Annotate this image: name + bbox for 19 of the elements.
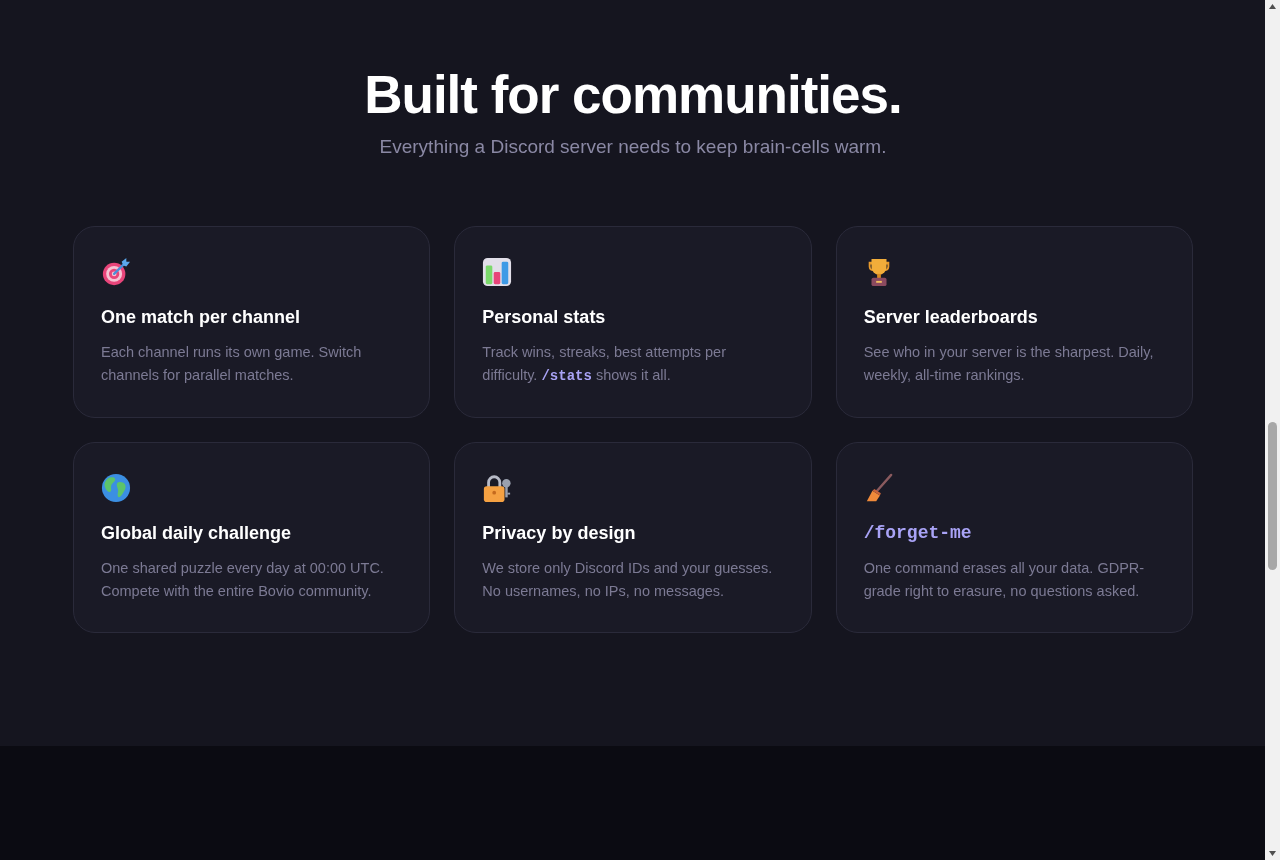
feature-description: We store only Discord IDs and your guesses. No usernames, no IPs, no messages. <box>482 559 774 601</box>
feature-description: See who in your server is the sharpest. Daily, weekly, all-time rankings. <box>863 343 1155 385</box>
feature-title: Server leaderboards <box>863 306 1038 329</box>
feature-title: Privacy by design <box>482 522 636 545</box>
lock-key-icon <box>482 473 513 503</box>
section-subheading: Everything a Discord server needs to keep brain-cells warm. <box>379 135 887 159</box>
bar-chart-icon <box>482 257 513 287</box>
section-heading: Built for communities. <box>364 64 902 126</box>
feature-description: One shared puzzle every day at 00:00 UTC. Compete with the entire Bovio community. <box>101 559 385 601</box>
scrollbar[interactable] <box>1265 0 1280 860</box>
target-dart-icon <box>101 257 131 287</box>
feature-description: Each channel runs its own game. Switch channels for parallel matches. <box>101 343 363 385</box>
feature-title: Personal stats <box>482 306 606 329</box>
feature-description: Track wins, streaks, best attempts per difficulty. /stats shows it all. <box>482 343 727 386</box>
globe-icon <box>101 473 131 503</box>
feature-description: One command erases all your data. GDPR-grade right to erasure, no questions asked. <box>863 559 1146 601</box>
feature-title: /forget-me <box>863 522 972 545</box>
feature-title: Global daily challenge <box>101 522 292 545</box>
feature-title: One match per channel <box>101 306 301 329</box>
